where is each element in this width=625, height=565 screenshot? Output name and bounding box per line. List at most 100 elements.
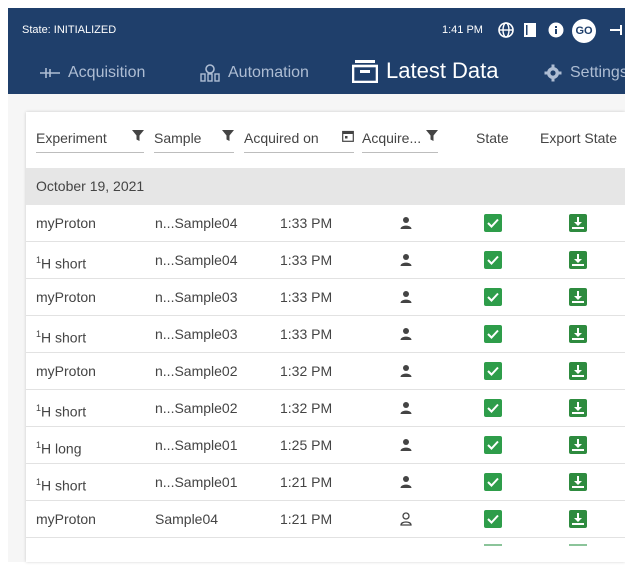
cell-sample: Sample04 [155,511,219,527]
check-icon [484,251,502,269]
latest-data-icon [352,60,378,83]
header-experiment[interactable]: Experiment [36,124,144,153]
cell-acquired-on: 1:21 PM [280,474,333,490]
tab-settings[interactable]: Settings [544,56,625,90]
user-icon [400,217,412,229]
header-export-state-label: Export State [540,130,618,146]
table-row[interactable]: myProton n...Sample02 1:32 PM [26,353,625,390]
export-icon[interactable] [569,362,587,380]
header-state: State [476,124,509,152]
cell-acquired-on: 1:32 PM [280,400,333,416]
header-acquired-by[interactable]: Acquire... [362,124,438,153]
state-icon-partial [484,544,502,546]
tab-latest-data-label: Latest Data [386,58,499,83]
export-icon[interactable] [569,214,587,232]
check-icon [484,214,502,232]
filter-icon[interactable] [426,130,438,142]
table-row[interactable]: 1H short n...Sample02 1:32 PM [26,390,625,427]
table-row[interactable]: myProton n...Sample03 1:33 PM [26,279,625,316]
cell-acquired-on: 1:21 PM [280,511,333,527]
export-icon[interactable] [569,251,587,269]
tab-automation[interactable]: Automation [200,56,309,90]
tab-latest-data[interactable]: Latest Data [352,54,499,88]
export-icon[interactable] [569,436,587,454]
table-row[interactable]: 1H short n...Sample03 1:33 PM [26,316,625,353]
logout-icon[interactable] [610,22,625,38]
gear-icon [544,64,562,82]
user-icon [400,365,412,377]
user-icon [400,402,412,414]
cell-acquired-on: 1:33 PM [280,289,333,305]
tab-acquisition-label: Acquisition [68,64,146,81]
table-row[interactable]: myProton n...Sample04 1:33 PM [26,205,625,242]
header-experiment-label: Experiment [36,130,107,146]
export-icon-partial [569,544,587,546]
check-icon [484,288,502,306]
cell-experiment: 1H short [36,403,87,420]
table-row[interactable]: 1H long n...Sample01 1:25 PM [26,427,625,464]
cell-experiment: myProton [36,215,96,231]
filter-icon[interactable] [132,130,144,142]
user-icon [400,254,412,266]
cell-experiment: 1H long [36,440,82,457]
user-avatar[interactable]: GO [572,19,596,43]
data-table: Experiment Sample Acquired on Acquire...… [26,112,625,562]
check-icon [484,510,502,528]
group-date: October 19, 2021 [36,178,145,194]
user-icon [400,476,412,488]
header-sample[interactable]: Sample [154,124,234,153]
clock-time: 1:41 PM [442,24,483,36]
header-acquired-by-label: Acquire... [362,130,422,146]
cell-experiment: 1H short [36,329,87,346]
user-icon [400,439,412,451]
cell-sample: n...Sample02 [155,400,238,416]
tab-acquisition[interactable]: Acquisition [40,56,145,90]
cell-acquired-on: 1:33 PM [280,326,333,342]
table-row[interactable]: myProton Sample04 1:21 PM [26,501,625,538]
info-icon[interactable] [548,22,564,38]
calendar-icon[interactable] [342,130,354,142]
table-row[interactable]: 1H short n...Sample04 1:33 PM [26,242,625,279]
book-icon[interactable] [523,22,537,38]
check-icon [484,399,502,417]
export-icon[interactable] [569,510,587,528]
check-icon [484,436,502,454]
cell-acquired-on: 1:33 PM [280,215,333,231]
tab-settings-label: Settings [570,64,625,81]
check-icon [484,325,502,343]
table-body: myProton n...Sample04 1:33 PM 1H short n...S… [26,205,625,538]
cell-experiment: myProton [36,511,96,527]
automation-icon [200,64,220,82]
globe-icon[interactable] [498,22,514,38]
filter-icon[interactable] [222,130,234,142]
cell-acquired-on: 1:32 PM [280,363,333,379]
header-sample-label: Sample [154,130,202,146]
cell-experiment: myProton [36,289,96,305]
top-bar: State: INITIALIZED 1:41 PM GO Acquisitio… [8,8,625,94]
user-outline-icon [400,512,412,526]
tab-automation-label: Automation [228,64,309,81]
user-icon [400,328,412,340]
cell-sample: n...Sample01 [155,474,238,490]
table-row[interactable]: 1H short n...Sample01 1:21 PM [26,464,625,501]
header-state-label: State [476,130,509,146]
export-icon[interactable] [569,325,587,343]
cell-acquired-on: 1:33 PM [280,252,333,268]
header-export-state: Export State [540,124,617,152]
check-icon [484,473,502,491]
partial-row [26,538,625,562]
export-icon[interactable] [569,288,587,306]
group-row[interactable]: October 19, 2021 [26,168,625,205]
export-icon[interactable] [569,399,587,417]
header-acquired-on[interactable]: Acquired on [244,124,354,153]
cell-sample: n...Sample03 [155,289,238,305]
cell-sample: n...Sample02 [155,363,238,379]
export-icon[interactable] [569,473,587,491]
cell-sample: n...Sample03 [155,326,238,342]
cell-sample: n...Sample01 [155,437,238,453]
cell-acquired-on: 1:25 PM [280,437,333,453]
cell-experiment: myProton [36,363,96,379]
status-bar: State: INITIALIZED 1:41 PM GO [8,8,625,52]
cell-sample: n...Sample04 [155,252,238,268]
cell-sample: n...Sample04 [155,215,238,231]
